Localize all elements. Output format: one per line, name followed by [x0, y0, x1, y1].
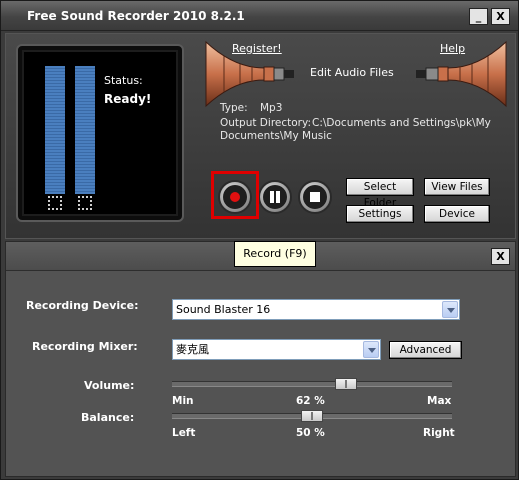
balance-slider-thumb[interactable]	[301, 410, 323, 422]
minimize-icon: _	[475, 10, 482, 23]
balance-left-label: Left	[172, 427, 196, 439]
right-channel-icon	[78, 196, 92, 210]
close-button[interactable]: X	[491, 8, 510, 25]
meter-display: Status: Ready!	[24, 52, 176, 214]
output-directory-value: C:\Documents and Settings\pk\My	[312, 117, 491, 129]
recording-device-value: Sound Blaster 16	[176, 303, 271, 316]
volume-min-label: Min	[172, 395, 194, 407]
record-button-highlight	[211, 171, 259, 219]
volume-value: 62 %	[296, 395, 325, 407]
title-bar: Free Sound Recorder 2010 8.2.1 _ X	[1, 1, 518, 31]
panel-close-icon: X	[496, 250, 505, 263]
close-icon: X	[496, 10, 505, 23]
recording-mixer-value: 麥克風	[176, 343, 209, 356]
chevron-down-icon[interactable]	[363, 341, 379, 358]
view-files-button[interactable]: View Files	[424, 178, 490, 196]
window-title: Free Sound Recorder 2010 8.2.1	[27, 9, 245, 23]
device-panel: X Recording Device: Sound Blaster 16 Rec…	[5, 241, 516, 477]
balance-right-label: Right	[423, 427, 455, 439]
pause-ring	[263, 185, 287, 209]
advanced-button[interactable]: Advanced	[389, 341, 462, 359]
panel-close-button[interactable]: X	[491, 248, 510, 265]
status-value: Ready!	[104, 92, 152, 106]
right-level-bar	[75, 66, 95, 194]
volume-max-label: Max	[427, 395, 452, 407]
recording-mixer-label: Recording Mixer:	[32, 340, 138, 353]
speaker-horn-right-icon	[416, 40, 507, 108]
volume-slider-thumb[interactable]	[334, 378, 357, 390]
left-level-bar	[45, 66, 65, 194]
balance-value: 50 %	[296, 427, 325, 439]
output-directory-label: Output Directory:	[220, 117, 311, 129]
status-label: Status:	[104, 74, 143, 87]
volume-label: Volume:	[84, 379, 135, 392]
main-window: Free Sound Recorder 2010 8.2.1 _ X Statu…	[0, 0, 519, 480]
pause-button[interactable]	[258, 180, 292, 214]
level-meter: Status: Ready!	[16, 44, 184, 222]
settings-button[interactable]: Settings	[346, 205, 414, 223]
minimize-button[interactable]: _	[469, 8, 488, 25]
output-directory-value-cont: Documents\My Music	[220, 130, 332, 142]
recorder-panel: Status: Ready! Register! Help Edit Audio…	[5, 33, 516, 239]
left-channel-icon	[48, 196, 62, 210]
stop-icon	[310, 192, 320, 202]
recording-mixer-select[interactable]: 麥克風	[172, 339, 381, 360]
chevron-down-icon[interactable]	[442, 301, 458, 318]
recording-device-label: Recording Device:	[26, 299, 139, 312]
volume-slider-track[interactable]	[172, 381, 452, 387]
balance-label: Balance:	[81, 411, 135, 424]
record-tooltip: Record (F9)	[234, 241, 316, 267]
recording-device-select[interactable]: Sound Blaster 16	[172, 299, 460, 320]
register-link[interactable]: Register!	[232, 42, 282, 55]
type-value: Mp3	[260, 102, 283, 114]
edit-audio-files-link[interactable]: Edit Audio Files	[310, 66, 394, 79]
stop-button[interactable]	[298, 180, 332, 214]
stop-ring	[303, 185, 327, 209]
type-label: Type:	[220, 102, 248, 114]
device-button[interactable]: Device	[424, 205, 490, 223]
select-folder-button[interactable]: Select Folder	[346, 178, 414, 209]
